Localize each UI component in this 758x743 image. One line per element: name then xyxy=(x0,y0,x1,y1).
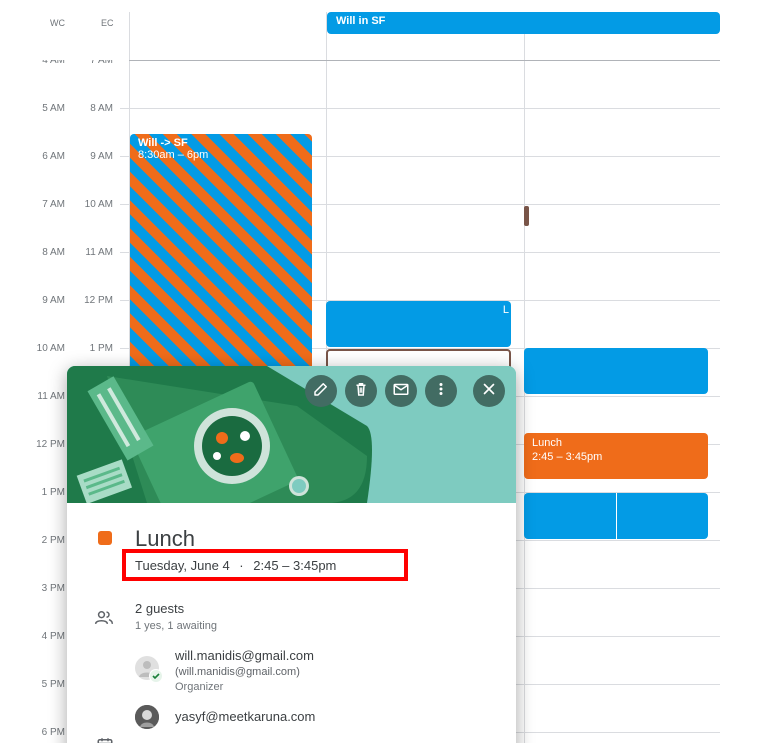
guest-role: Organizer xyxy=(175,681,224,693)
guest-count: 2 guests xyxy=(135,601,185,616)
travel-event[interactable]: Will -> SF 8:30am – 6pm xyxy=(130,134,312,384)
calendar-screen: WC EC 4 AM 5 AM 6 AM 7 AM 8 AM 9 AM 10 A… xyxy=(0,0,758,743)
close-icon xyxy=(480,380,498,403)
calendar-event-label: L xyxy=(502,304,509,316)
hour-label-ec: 10 AM xyxy=(84,199,113,210)
delete-icon xyxy=(352,380,370,403)
edit-button[interactable] xyxy=(305,375,337,407)
calendar-event-marker[interactable] xyxy=(524,206,529,226)
travel-event-title: Will -> SF xyxy=(138,137,188,149)
event-date-time: Tuesday, June 4 · 2:45 – 3:45pm xyxy=(135,558,336,573)
lunch-event-title: Lunch xyxy=(532,437,562,449)
calendar-event[interactable] xyxy=(617,493,708,539)
hour-line xyxy=(120,108,720,109)
lunch-event-time: 2:45 – 3:45pm xyxy=(532,451,603,463)
edit-icon xyxy=(312,380,330,403)
guest-secondary-email: (will.manidis@gmail.com) xyxy=(175,666,300,678)
avatar xyxy=(135,656,163,683)
all-day-event-title: Will in SF xyxy=(336,15,386,27)
delete-button[interactable] xyxy=(345,375,377,407)
more-options-icon xyxy=(432,380,450,403)
guest-item[interactable]: yasyf@meetkaruna.com xyxy=(175,709,315,724)
travel-event-time: 8:30am – 6pm xyxy=(138,149,209,161)
hour-label-ec: 8 AM xyxy=(90,103,113,114)
hour-label-wc: 6 PM xyxy=(41,727,65,738)
event-color-swatch xyxy=(98,531,112,545)
hour-label-wc: 1 PM xyxy=(41,487,65,498)
event-time: 2:45 – 3:45pm xyxy=(253,558,337,573)
hour-label-wc: 12 PM xyxy=(36,439,65,450)
close-button[interactable] xyxy=(473,375,505,407)
calendar-icon xyxy=(96,736,114,743)
hour-label-ec: 9 AM xyxy=(90,151,113,162)
people-icon xyxy=(94,608,114,633)
lunch-event[interactable]: Lunch 2:45 – 3:45pm xyxy=(524,433,708,479)
email-icon xyxy=(392,380,410,403)
hour-label-wc: 11 AM xyxy=(37,391,65,402)
email-guests-button[interactable] xyxy=(385,375,417,407)
event-detail-popup: Lunch Tuesday, June 4 · 2:45 – 3:45pm 2 … xyxy=(67,366,516,743)
guest-email: will.manidis@gmail.com xyxy=(175,648,314,663)
calendar-event[interactable] xyxy=(524,493,616,539)
avatar xyxy=(135,705,159,729)
guest-rsvp-summary: 1 yes, 1 awaiting xyxy=(135,620,217,632)
hour-label-wc: 2 PM xyxy=(41,535,65,546)
more-options-button[interactable] xyxy=(425,375,457,407)
guest-email: yasyf@meetkaruna.com xyxy=(175,709,316,724)
hour-label-wc: 5 PM xyxy=(41,679,65,690)
hour-label-ec: 11 AM xyxy=(85,247,113,258)
timezone-label-wc: WC xyxy=(50,18,65,28)
all-day-event[interactable]: Will in SF xyxy=(327,12,720,34)
calendar-event[interactable]: L xyxy=(326,301,511,347)
hour-label-ec: 7 AM xyxy=(90,55,113,66)
calendar-event[interactable] xyxy=(524,348,708,394)
hour-label-wc: 3 PM xyxy=(41,583,65,594)
hour-label-ec: 12 PM xyxy=(84,295,113,306)
hour-label-ec: 1 PM xyxy=(89,343,113,354)
event-header-illustration xyxy=(67,366,516,503)
date-separator: · xyxy=(239,558,244,573)
hour-label-wc: 4 PM xyxy=(41,631,65,642)
all-day-divider xyxy=(129,60,720,61)
event-date: Tuesday, June 4 xyxy=(135,558,230,573)
accepted-check-icon xyxy=(149,669,163,683)
guest-item[interactable]: will.manidis@gmail.com (will.manidis@gma… xyxy=(175,648,314,693)
timezone-label-ec: EC xyxy=(101,18,114,28)
